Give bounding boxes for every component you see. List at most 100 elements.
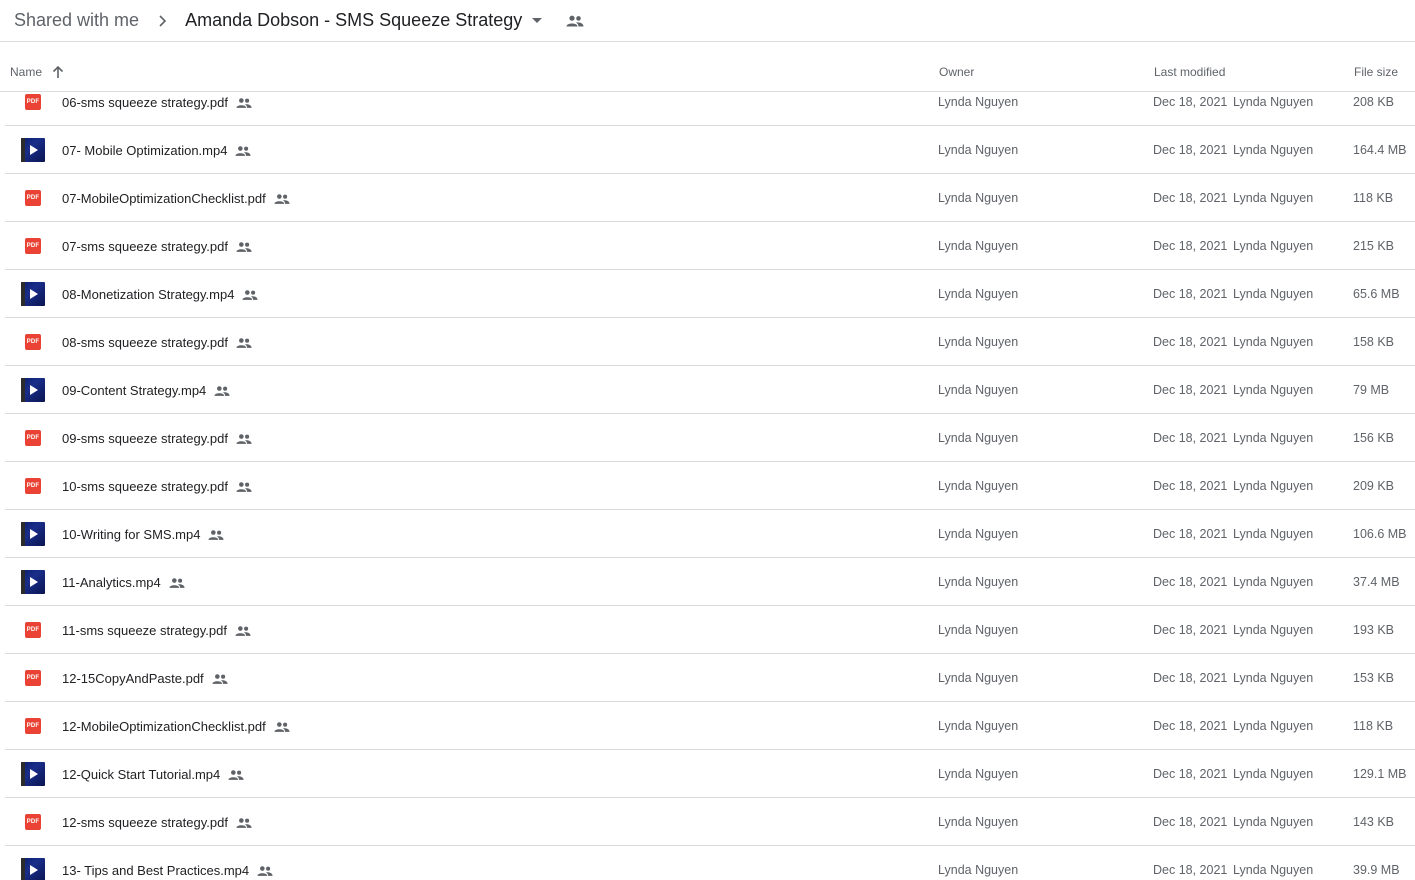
- people-icon: [236, 337, 252, 349]
- file-modified-date: Dec 18, 2021: [1153, 863, 1228, 877]
- file-row[interactable]: PDF 12-15CopyAndPaste.pdf Lynda Nguyen Dec …: [5, 654, 1415, 702]
- file-modified-by: Lynda Nguyen: [1233, 383, 1314, 397]
- people-icon: [169, 577, 185, 589]
- file-row[interactable]: PDF 07-sms squeeze strategy.pdf Lynda Nguy…: [5, 222, 1415, 270]
- file-owner: Lynda Nguyen: [938, 623, 1019, 637]
- file-row[interactable]: 13- Tips and Best Practices.mp4 Lynda Ngu…: [5, 846, 1415, 880]
- file-modified-date: Dec 18, 2021: [1153, 719, 1228, 733]
- file-row[interactable]: 09-Content Strategy.mp4 Lynda Nguyen Dec 1…: [5, 366, 1415, 414]
- file-row[interactable]: 12-Quick Start Tutorial.mp4 Lynda Nguyen D…: [5, 750, 1415, 798]
- file-row[interactable]: PDF 10-sms squeeze strategy.pdf Lynda Nguy…: [5, 462, 1415, 510]
- file-row[interactable]: PDF 12-MobileOptimizationChecklist.pdf Lyn…: [5, 702, 1415, 750]
- column-header: Name Owner Last modified File size: [0, 43, 1415, 92]
- file-owner: Lynda Nguyen: [938, 527, 1019, 541]
- people-icon: [274, 193, 290, 205]
- file-owner: Lynda Nguyen: [938, 191, 1019, 205]
- file-owner: Lynda Nguyen: [938, 95, 1019, 109]
- file-owner: Lynda Nguyen: [938, 143, 1019, 157]
- file-modified-date: Dec 18, 2021: [1153, 671, 1228, 685]
- file-row[interactable]: 10-Writing for SMS.mp4 Lynda Nguyen Dec 18…: [5, 510, 1415, 558]
- breadcrumb: Shared with me Amanda Dobson - SMS Squee…: [0, 0, 1415, 42]
- chevron-right-icon: [159, 14, 167, 27]
- file-row[interactable]: 07- Mobile Optimization.mp4 Lynda Nguyen D…: [5, 126, 1415, 174]
- file-modified-date: Dec 18, 2021: [1153, 431, 1228, 445]
- breadcrumb-shared-with-me[interactable]: Shared with me: [14, 10, 139, 31]
- file-size: 65.6 MB: [1353, 287, 1400, 301]
- file-name: 10-sms squeeze strategy.pdf: [62, 479, 228, 494]
- file-modified-date: Dec 18, 2021: [1153, 95, 1228, 109]
- arrow-up-icon[interactable]: [51, 65, 65, 79]
- file-modified-date: Dec 18, 2021: [1153, 527, 1228, 541]
- column-file-size[interactable]: File size: [1354, 65, 1398, 79]
- file-modified-by: Lynda Nguyen: [1233, 815, 1314, 829]
- file-name-cell: 12-15CopyAndPaste.pdf: [62, 671, 228, 686]
- file-row[interactable]: PDF 08-sms squeeze strategy.pdf Lynda Nguy…: [5, 318, 1415, 366]
- file-modified-date: Dec 18, 2021: [1153, 623, 1228, 637]
- file-modified-by: Lynda Nguyen: [1233, 767, 1314, 781]
- file-modified-by: Lynda Nguyen: [1233, 431, 1314, 445]
- file-row[interactable]: PDF 11-sms squeeze strategy.pdf Lynda Nguy…: [5, 606, 1415, 654]
- file-modified-by: Lynda Nguyen: [1233, 527, 1314, 541]
- video-file-icon: [21, 570, 45, 594]
- file-owner: Lynda Nguyen: [938, 767, 1019, 781]
- pdf-file-icon: PDF: [25, 718, 41, 734]
- pdf-file-icon: PDF: [25, 814, 41, 830]
- file-row[interactable]: PDF 12-sms squeeze strategy.pdf Lynda Nguy…: [5, 798, 1415, 846]
- pdf-file-icon: PDF: [25, 670, 41, 686]
- file-name-cell: 13- Tips and Best Practices.mp4: [62, 863, 273, 878]
- file-size: 39.9 MB: [1353, 863, 1400, 877]
- file-row[interactable]: PDF 09-sms squeeze strategy.pdf Lynda Nguy…: [5, 414, 1415, 462]
- file-list: PDF 06-sms squeeze strategy.pdf Lynda Nguy…: [0, 92, 1415, 880]
- video-file-icon: [21, 378, 45, 402]
- people-icon: [236, 481, 252, 493]
- file-modified-by: Lynda Nguyen: [1233, 671, 1314, 685]
- file-name: 13- Tips and Best Practices.mp4: [62, 863, 250, 878]
- file-size: 164.4 MB: [1353, 143, 1407, 157]
- video-file-icon: [21, 138, 45, 162]
- people-icon: [274, 721, 290, 733]
- file-row[interactable]: PDF 07-MobileOptimizationChecklist.pdf Lyn…: [5, 174, 1415, 222]
- file-name: 11-Analytics.mp4: [62, 575, 161, 590]
- people-icon: [208, 529, 225, 541]
- file-name-cell: 11-sms squeeze strategy.pdf: [62, 623, 251, 638]
- file-modified-date: Dec 18, 2021: [1153, 479, 1228, 493]
- people-icon: [235, 145, 252, 157]
- dropdown-caret-icon[interactable]: [532, 17, 543, 24]
- column-owner[interactable]: Owner: [939, 65, 974, 79]
- file-name: 07-sms squeeze strategy.pdf: [62, 239, 228, 254]
- people-icon: [236, 97, 252, 109]
- file-modified-by: Lynda Nguyen: [1233, 95, 1314, 109]
- file-size: 143 KB: [1353, 815, 1395, 829]
- file-size: 118 KB: [1353, 191, 1394, 205]
- file-owner: Lynda Nguyen: [938, 383, 1019, 397]
- file-modified-by: Lynda Nguyen: [1233, 863, 1314, 877]
- people-icon: [214, 385, 230, 397]
- file-modified-by: Lynda Nguyen: [1233, 719, 1314, 733]
- file-row[interactable]: 11-Analytics.mp4 Lynda Nguyen Dec 18, 2021…: [5, 558, 1415, 606]
- file-name: 11-sms squeeze strategy.pdf: [62, 623, 227, 638]
- pdf-file-icon: PDF: [25, 334, 41, 350]
- file-name: 12-Quick Start Tutorial.mp4: [62, 767, 221, 782]
- file-owner: Lynda Nguyen: [938, 239, 1019, 253]
- column-name[interactable]: Name: [10, 65, 65, 79]
- file-owner: Lynda Nguyen: [938, 815, 1019, 829]
- people-icon: [257, 865, 273, 877]
- file-name: 10-Writing for SMS.mp4: [62, 527, 201, 542]
- shared-folder-icon[interactable]: [566, 15, 584, 27]
- file-size: 37.4 MB: [1353, 575, 1400, 589]
- file-size: 158 KB: [1353, 335, 1395, 349]
- file-size: 118 KB: [1353, 719, 1394, 733]
- people-icon: [212, 673, 228, 685]
- file-modified-date: Dec 18, 2021: [1153, 815, 1228, 829]
- file-row[interactable]: PDF 06-sms squeeze strategy.pdf Lynda Nguy…: [5, 92, 1415, 126]
- people-icon: [236, 241, 252, 253]
- column-last-modified[interactable]: Last modified: [1154, 65, 1225, 79]
- file-owner: Lynda Nguyen: [938, 575, 1019, 589]
- file-owner: Lynda Nguyen: [938, 287, 1019, 301]
- file-size: 129.1 MB: [1353, 767, 1407, 781]
- file-row[interactable]: 08-Monetization Strategy.mp4 Lynda Nguyen…: [5, 270, 1415, 318]
- drive-file-browser: Shared with me Amanda Dobson - SMS Squee…: [0, 0, 1415, 880]
- file-modified-by: Lynda Nguyen: [1233, 239, 1314, 253]
- pdf-file-icon: PDF: [25, 478, 41, 494]
- breadcrumb-current-folder[interactable]: Amanda Dobson - SMS Squeeze Strategy: [185, 10, 522, 31]
